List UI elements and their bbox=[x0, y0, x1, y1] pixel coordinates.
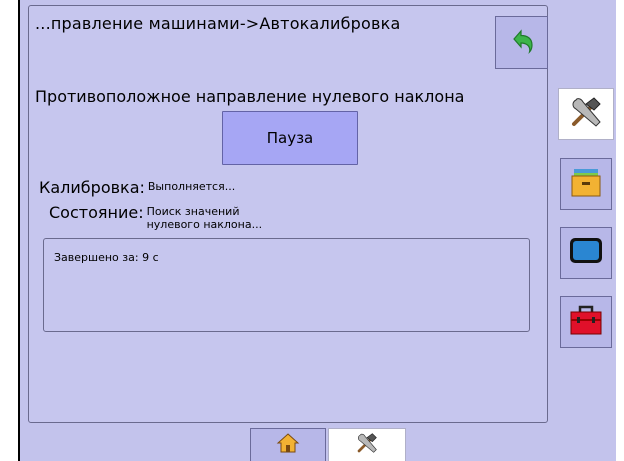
sidebar-item-tools[interactable] bbox=[558, 88, 614, 140]
calibration-label: Калибровка: bbox=[39, 178, 145, 197]
page-title: ...правление машинами->Автокалибровка bbox=[35, 14, 401, 33]
log-box: Завершено за: 9 с bbox=[43, 238, 530, 332]
log-text: Завершено за: 9 с bbox=[54, 251, 159, 264]
tab-tools[interactable] bbox=[328, 428, 406, 461]
calibration-row: Калибровка: Выполняется... bbox=[39, 178, 235, 197]
state-label: Состояние: bbox=[49, 203, 144, 222]
sidebar-item-toolbox[interactable] bbox=[560, 296, 612, 348]
toolbox-icon bbox=[568, 303, 604, 341]
calibration-value: Выполняется... bbox=[147, 180, 236, 193]
back-button[interactable] bbox=[495, 16, 548, 69]
sidebar-item-drawer[interactable] bbox=[560, 158, 612, 210]
drawer-icon bbox=[569, 165, 603, 203]
subtitle: Противоположное направление нулевого нак… bbox=[35, 87, 465, 106]
tab-home[interactable] bbox=[250, 428, 326, 461]
sidebar-item-display[interactable] bbox=[560, 227, 612, 279]
device-screen: ...правление машинами->Автокалибровка Пр… bbox=[18, 0, 616, 461]
monitor-icon bbox=[568, 234, 604, 272]
tools-icon bbox=[354, 431, 380, 459]
home-icon bbox=[276, 432, 300, 458]
pause-button[interactable]: Пауза bbox=[222, 111, 358, 165]
state-row: Состояние: Поиск значений нулевого накло… bbox=[49, 203, 262, 231]
back-arrow-icon bbox=[507, 26, 537, 60]
state-value: Поиск значений нулевого наклона... bbox=[146, 205, 263, 231]
tools-icon bbox=[568, 94, 604, 134]
main-panel: ...правление машинами->Автокалибровка Пр… bbox=[28, 5, 548, 423]
